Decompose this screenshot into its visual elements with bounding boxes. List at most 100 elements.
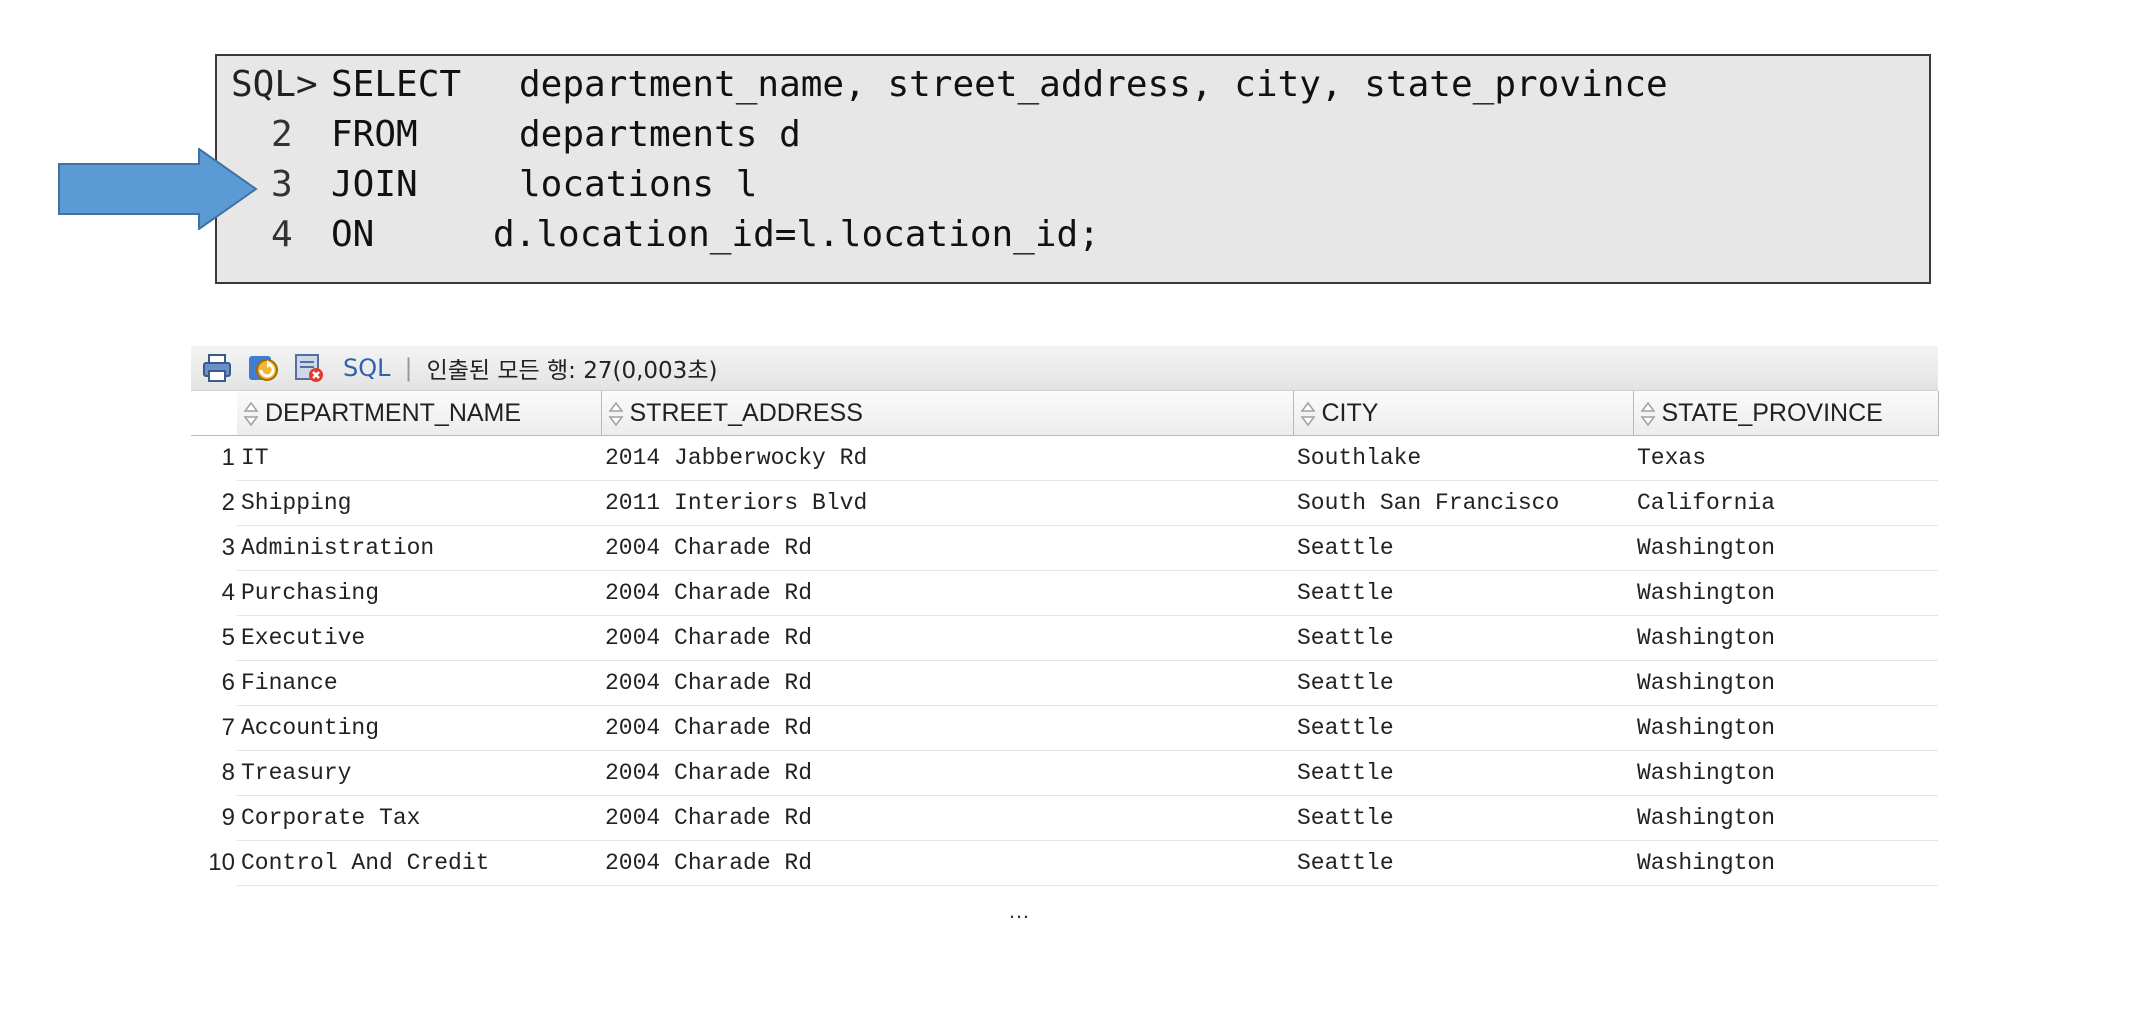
cell-department-name[interactable]: IT: [237, 435, 601, 481]
sql-view-link[interactable]: SQL: [343, 354, 391, 382]
cell-city[interactable]: South San Francisco: [1293, 480, 1633, 526]
row-number: 9: [221, 804, 235, 831]
table-row[interactable]: 9 Corporate Tax 2004 Charade Rd Seattle …: [191, 795, 1938, 841]
cell-city[interactable]: Seattle: [1293, 705, 1633, 751]
cell-street-address[interactable]: 2004 Charade Rd: [601, 840, 1293, 886]
print-icon[interactable]: [201, 352, 233, 384]
table-row[interactable]: 1 IT 2014 Jabberwocky Rd Southlake Texas: [191, 435, 1938, 481]
cell-state-province[interactable]: Washington: [1633, 795, 1938, 841]
sql-line-1: SQL> SELECT department_name, street_addr…: [231, 60, 1929, 110]
table-row[interactable]: 7 Accounting 2004 Charade Rd Seattle Was…: [191, 705, 1938, 751]
refresh-icon[interactable]: [247, 352, 279, 384]
row-number: 1: [221, 444, 235, 472]
row-number: 6: [221, 669, 235, 696]
column-header-label: CITY: [1321, 398, 1379, 427]
sort-icon[interactable]: [608, 401, 624, 427]
table-row[interactable]: 4 Purchasing 2004 Charade Rd Seattle Was…: [191, 570, 1938, 616]
sql-query-box: SQL> SELECT department_name, street_addr…: [215, 54, 1931, 284]
cell-street-address[interactable]: 2004 Charade Rd: [601, 570, 1293, 616]
sort-icon[interactable]: [243, 401, 259, 427]
sql-line-number: 3: [271, 164, 293, 205]
table-row[interactable]: 10 Control And Credit 2004 Charade Rd Se…: [191, 840, 1938, 886]
table-row[interactable]: 8 Treasury 2004 Charade Rd Seattle Washi…: [191, 750, 1938, 796]
cell-department-name[interactable]: Corporate Tax: [237, 795, 601, 841]
cell-city[interactable]: Seattle: [1293, 795, 1633, 841]
sql-line-body: locations l: [519, 164, 758, 205]
column-header-state-province[interactable]: STATE_PROVINCE: [1633, 391, 1939, 436]
table-header-row: DEPARTMENT_NAME STREET_ADDRESS CITY STAT…: [191, 391, 1939, 436]
sql-line-3: 3 JOIN locations l: [231, 160, 1929, 210]
cell-state-province[interactable]: Washington: [1633, 525, 1938, 571]
export-icon[interactable]: [293, 352, 325, 384]
cell-state-province[interactable]: Washington: [1633, 840, 1938, 886]
sql-line-body: department_name, street_address, city, s…: [519, 64, 1668, 105]
cell-street-address[interactable]: 2011 Interiors Blvd: [601, 480, 1293, 526]
cell-department-name[interactable]: Treasury: [237, 750, 601, 796]
cell-street-address[interactable]: 2014 Jabberwocky Rd: [601, 435, 1293, 481]
sql-line-number: 4: [271, 214, 293, 255]
table-row[interactable]: 2 Shipping 2011 Interiors Blvd South San…: [191, 480, 1938, 526]
column-header-label: DEPARTMENT_NAME: [265, 398, 522, 427]
sql-keyword: ON: [331, 214, 375, 255]
sql-line-4: 4 ON d.location_id=l.location_id;: [231, 210, 1929, 260]
sql-keyword: JOIN: [331, 164, 418, 205]
sql-line-2: 2 FROM departments d: [231, 110, 1929, 160]
right-arrow-icon: [58, 148, 258, 230]
cell-department-name[interactable]: Accounting: [237, 705, 601, 751]
cell-state-province[interactable]: Washington: [1633, 750, 1938, 796]
table-row[interactable]: 3 Administration 2004 Charade Rd Seattle…: [191, 525, 1938, 571]
cell-state-province[interactable]: Texas: [1633, 435, 1938, 481]
sql-keyword: FROM: [331, 114, 418, 155]
cell-street-address[interactable]: 2004 Charade Rd: [601, 525, 1293, 571]
cell-city[interactable]: Seattle: [1293, 840, 1633, 886]
cell-state-province[interactable]: Washington: [1633, 705, 1938, 751]
column-header-city[interactable]: CITY: [1293, 391, 1634, 436]
cell-state-province[interactable]: California: [1633, 480, 1938, 526]
cell-street-address[interactable]: 2004 Charade Rd: [601, 750, 1293, 796]
sql-prompt: SQL>: [231, 64, 318, 105]
cell-city[interactable]: Seattle: [1293, 660, 1633, 706]
table-row[interactable]: 6 Finance 2004 Charade Rd Seattle Washin…: [191, 660, 1938, 706]
cell-state-province[interactable]: Washington: [1633, 570, 1938, 616]
row-number: 7: [221, 714, 235, 741]
column-header-department-name[interactable]: DEPARTMENT_NAME: [237, 391, 602, 436]
sql-line-body: d.location_id=l.location_id;: [493, 214, 1100, 255]
column-header-label: STREET_ADDRESS: [629, 398, 863, 427]
cell-city[interactable]: Seattle: [1293, 615, 1633, 661]
row-number: 3: [221, 534, 235, 561]
cell-department-name[interactable]: Control And Credit: [237, 840, 601, 886]
cell-city[interactable]: Seattle: [1293, 750, 1633, 796]
cell-department-name[interactable]: Executive: [237, 615, 601, 661]
query-result-panel: SQL | 인출된 모든 행: 27(0,003초) DEPARTMENT_NA…: [191, 346, 1939, 886]
cell-state-province[interactable]: Washington: [1633, 615, 1938, 661]
column-header-label: STATE_PROVINCE: [1661, 398, 1883, 427]
sql-keyword: SELECT: [331, 64, 462, 105]
row-number: 2: [221, 489, 235, 516]
row-number: 5: [221, 624, 235, 651]
cell-street-address[interactable]: 2004 Charade Rd: [601, 795, 1293, 841]
sort-icon[interactable]: [1300, 401, 1316, 427]
cell-state-province[interactable]: Washington: [1633, 660, 1938, 706]
cell-department-name[interactable]: Shipping: [237, 480, 601, 526]
more-rows-ellipsis: …: [1008, 898, 1030, 923]
sql-line-body: departments d: [519, 114, 801, 155]
cell-department-name[interactable]: Administration: [237, 525, 601, 571]
row-number: 4: [221, 579, 235, 606]
column-header-street-address[interactable]: STREET_ADDRESS: [601, 391, 1294, 436]
cell-street-address[interactable]: 2004 Charade Rd: [601, 660, 1293, 706]
cell-city[interactable]: Seattle: [1293, 525, 1633, 571]
cell-city[interactable]: Southlake: [1293, 435, 1633, 481]
cell-street-address[interactable]: 2004 Charade Rd: [601, 615, 1293, 661]
cell-department-name[interactable]: Purchasing: [237, 570, 601, 616]
cell-city[interactable]: Seattle: [1293, 570, 1633, 616]
toolbar-separator: |: [404, 354, 413, 382]
result-table: DEPARTMENT_NAME STREET_ADDRESS CITY STAT…: [191, 391, 1939, 886]
sql-line-number: 2: [271, 114, 293, 155]
fetch-status-text: 인출된 모든 행: 27(0,003초): [426, 358, 718, 384]
cell-department-name[interactable]: Finance: [237, 660, 601, 706]
table-row[interactable]: 5 Executive 2004 Charade Rd Seattle Wash…: [191, 615, 1938, 661]
row-number-header: [191, 391, 237, 436]
sort-icon[interactable]: [1640, 401, 1656, 427]
cell-street-address[interactable]: 2004 Charade Rd: [601, 705, 1293, 751]
row-number: 8: [221, 759, 235, 786]
